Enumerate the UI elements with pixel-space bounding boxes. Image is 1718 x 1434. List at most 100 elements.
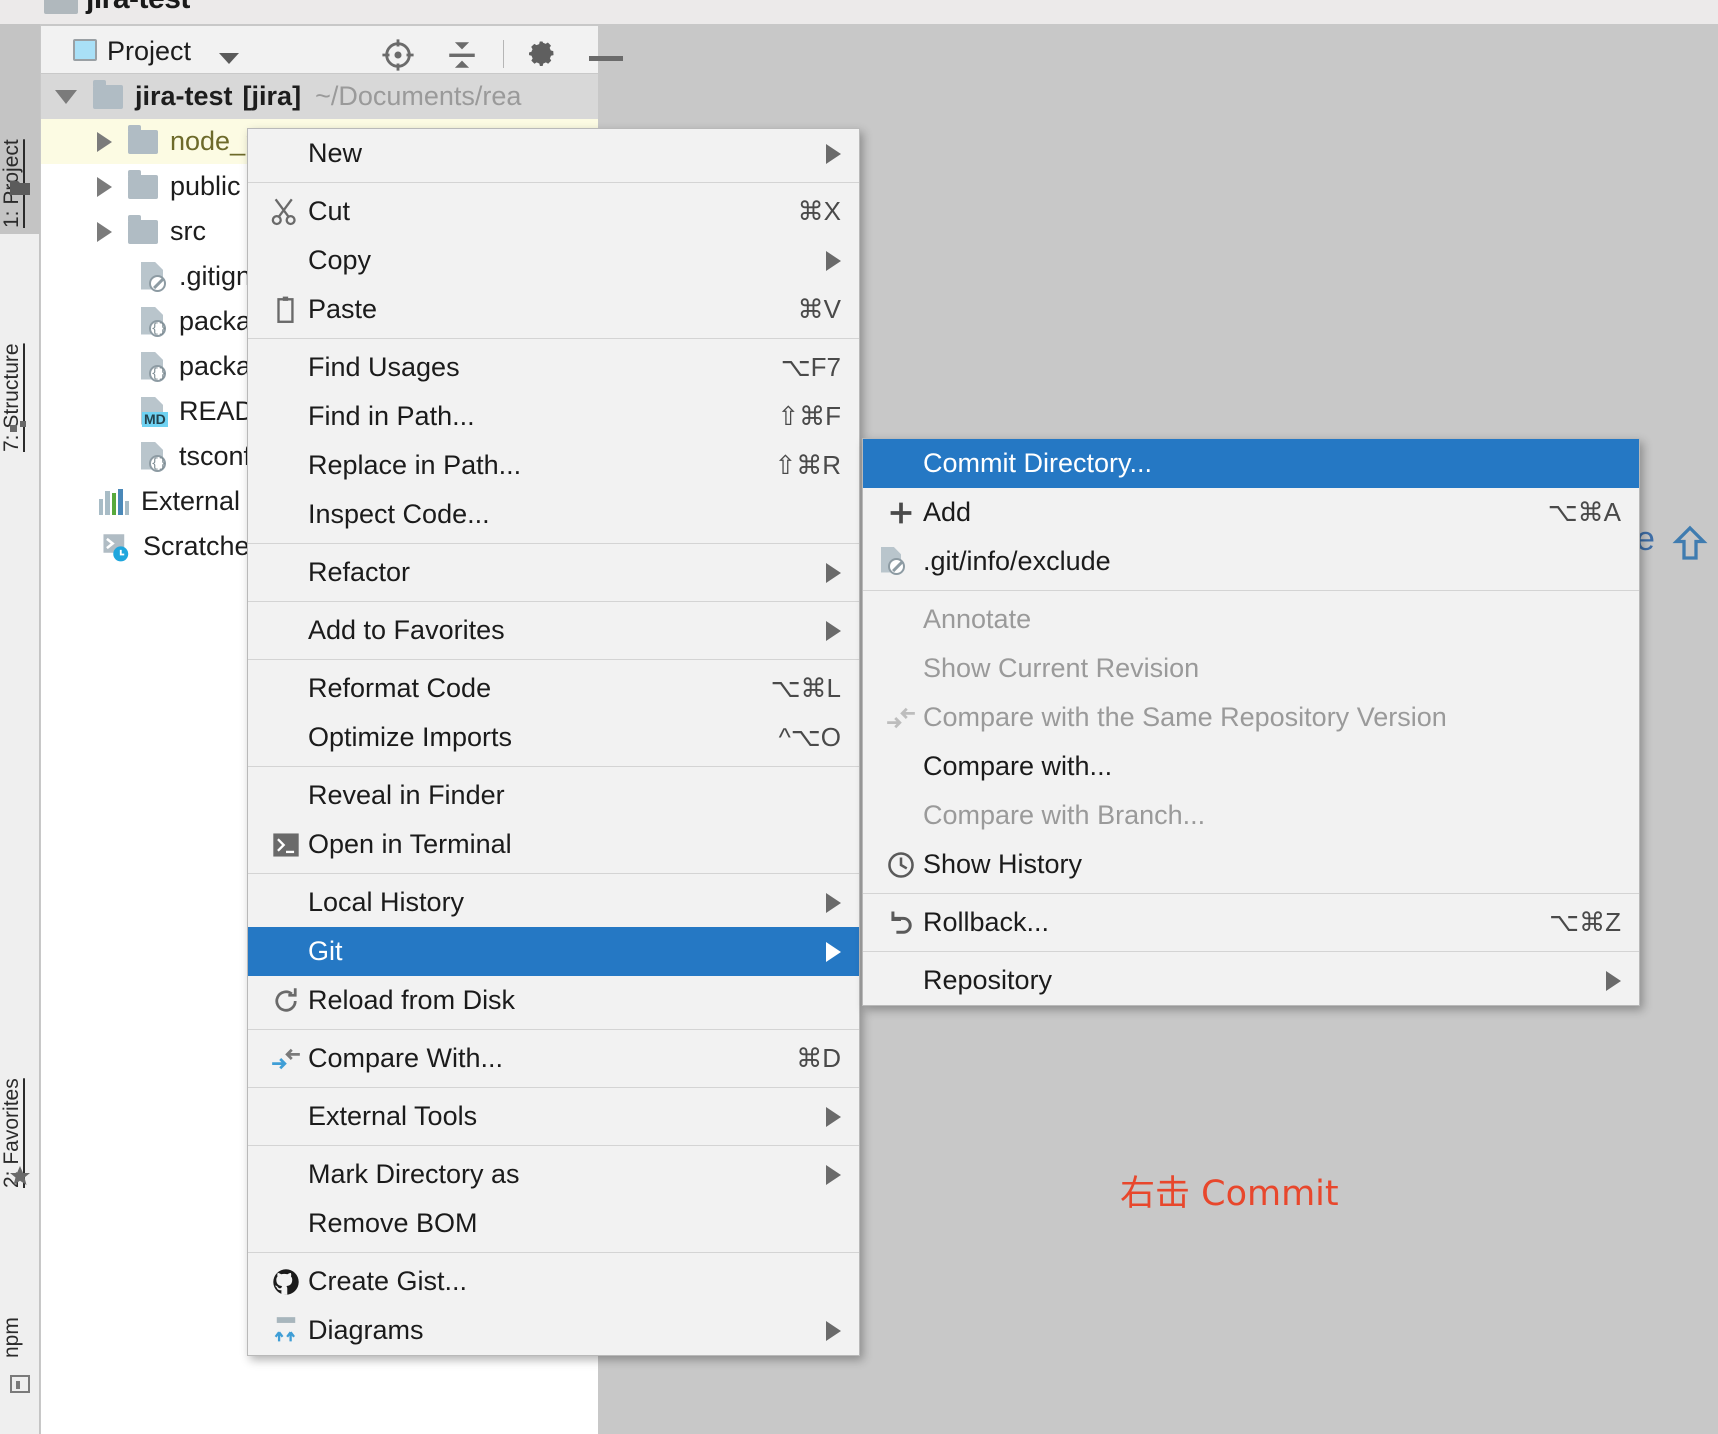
menu-item-label: Reload from Disk: [308, 985, 516, 1015]
no-icon: [264, 781, 308, 811]
menu-item-refactor[interactable]: Refactor: [248, 548, 859, 597]
menu-item-git[interactable]: Git: [248, 927, 859, 976]
no-icon: [264, 723, 308, 753]
clock-icon: [879, 850, 923, 880]
menu-item-label: Paste: [308, 294, 378, 324]
menu-item-label: Compare with Branch...: [923, 800, 1206, 830]
menu-item-diagrams[interactable]: Diagrams: [248, 1306, 859, 1355]
menu-item-shortcut: ⇧⌘R: [774, 450, 841, 480]
menu-item-annotate: Annotate: [863, 595, 1639, 644]
no-icon: [879, 654, 923, 684]
menu-item-label: Add to Favorites: [308, 615, 505, 645]
structure-icon: [8, 412, 32, 436]
menu-separator: [248, 543, 859, 544]
chevron-right-icon[interactable]: [97, 176, 112, 197]
menu-separator: [248, 873, 859, 874]
menu-item-cut[interactable]: Cut ⌘X: [248, 187, 859, 236]
menu-item-compare-with-branch: Compare with Branch...: [863, 791, 1639, 840]
menu-item-reveal-in-finder[interactable]: Reveal in Finder: [248, 771, 859, 820]
no-icon: [264, 353, 308, 383]
chevron-right-icon: [826, 143, 841, 164]
menu-item-repository[interactable]: Repository: [863, 956, 1639, 1005]
menu-item-label: Show History: [923, 849, 1083, 879]
menu-item-external-tools[interactable]: External Tools: [248, 1092, 859, 1141]
menu-item-git-info-exclude[interactable]: .git/info/exclude: [863, 537, 1639, 586]
menu-separator: [248, 659, 859, 660]
menu-separator: [248, 1087, 859, 1088]
chevron-right-icon[interactable]: [97, 221, 112, 242]
menu-item-mark-directory-as[interactable]: Mark Directory as: [248, 1150, 859, 1199]
github-icon: [264, 1267, 308, 1297]
chevron-right-icon[interactable]: [97, 131, 112, 152]
menu-item-compare-with[interactable]: Compare With... ⌘D: [248, 1034, 859, 1083]
menu-item-label: Diagrams: [308, 1315, 424, 1345]
menu-separator: [248, 601, 859, 602]
annotation-text: 右击 Commit: [1120, 1174, 1339, 1214]
gear-icon[interactable]: [525, 38, 559, 77]
tree-item-path: ~/Documents/rea: [315, 81, 522, 111]
menu-item-paste[interactable]: Paste ⌘V: [248, 285, 859, 334]
toolbar-divider: [503, 40, 504, 68]
compare-icon: [879, 703, 923, 733]
menu-item-find-usages[interactable]: Find Usages ⌥F7: [248, 343, 859, 392]
chevron-down-icon[interactable]: [55, 89, 77, 104]
menu-item-shortcut: ^⌥O: [778, 722, 841, 752]
sidebar-item-npm[interactable]: npm: [0, 1254, 40, 1364]
menu-item-label: Mark Directory as: [308, 1159, 520, 1189]
menu-item-reload-from-disk[interactable]: Reload from Disk: [248, 976, 859, 1025]
minimize-icon[interactable]: [589, 56, 623, 61]
menu-item-label: Reformat Code: [308, 673, 492, 703]
context-menu[interactable]: New Cut ⌘X Copy Paste ⌘V Find Usages ⌥F7…: [247, 128, 860, 1356]
project-toolwindow-title: Project: [107, 36, 192, 66]
tree-row[interactable]: jira-test [jira] ~/Documents/rea: [41, 74, 598, 119]
menu-item-label: Find in Path...: [308, 401, 475, 431]
menu-item-show-current-revision: Show Current Revision: [863, 644, 1639, 693]
chevron-right-icon: [826, 1164, 841, 1185]
window-title: jira-test: [86, 0, 190, 16]
menu-item-new[interactable]: New: [248, 129, 859, 178]
menu-item-reformat-code[interactable]: Reformat Code ⌥⌘L: [248, 664, 859, 713]
menu-item-open-in-terminal[interactable]: Open in Terminal: [248, 820, 859, 869]
menu-item-find-in-path[interactable]: Find in Path... ⇧⌘F: [248, 392, 859, 441]
menu-item-rollback[interactable]: Rollback... ⌥⌘Z: [863, 898, 1639, 947]
no-icon: [264, 1209, 308, 1239]
menu-item-compare-with[interactable]: Compare with...: [863, 742, 1639, 791]
chevron-right-icon: [826, 562, 841, 583]
folder-icon: [93, 79, 123, 109]
menu-item-remove-bom[interactable]: Remove BOM: [248, 1199, 859, 1248]
folder-icon: [128, 214, 158, 244]
terminal-icon: [264, 830, 308, 860]
file-ignored-icon: [141, 261, 167, 292]
sidebar-item-project[interactable]: 1: Project: [0, 24, 40, 234]
chevron-right-icon: [826, 941, 841, 962]
menu-item-shortcut: ⌥⌘A: [1547, 497, 1621, 527]
locate-icon[interactable]: [381, 38, 415, 77]
menu-item-local-history[interactable]: Local History: [248, 878, 859, 927]
chevron-right-icon: [826, 620, 841, 641]
menu-separator: [863, 951, 1639, 952]
menu-item-copy[interactable]: Copy: [248, 236, 859, 285]
file-ignored-icon: [879, 546, 923, 577]
menu-item-create-gist[interactable]: Create Gist...: [248, 1257, 859, 1306]
collapse-all-icon[interactable]: [445, 38, 479, 77]
menu-item-label: Compare With...: [308, 1043, 504, 1073]
menu-item-label: Copy: [308, 245, 372, 275]
menu-item-label: External Tools: [308, 1101, 478, 1131]
menu-item-show-history[interactable]: Show History: [863, 840, 1639, 889]
arrow-up-icon[interactable]: [1672, 524, 1708, 562]
menu-item-inspect-code[interactable]: Inspect Code...: [248, 490, 859, 539]
chevron-down-icon[interactable]: [219, 53, 239, 64]
menu-separator: [248, 1145, 859, 1146]
menu-item-add-to-favorites[interactable]: Add to Favorites: [248, 606, 859, 655]
menu-item-label: Git: [308, 936, 343, 966]
menu-separator: [248, 766, 859, 767]
menu-item-optimize-imports[interactable]: Optimize Imports ^⌥O: [248, 713, 859, 762]
menu-item-commit-directory[interactable]: Commit Directory...: [863, 439, 1639, 488]
no-icon: [879, 449, 923, 479]
menu-item-add[interactable]: Add ⌥⌘A: [863, 488, 1639, 537]
chevron-right-icon: [826, 1320, 841, 1341]
file-json-icon: {}: [141, 306, 167, 337]
menu-item-replace-in-path[interactable]: Replace in Path... ⇧⌘R: [248, 441, 859, 490]
menu-item-label: Local History: [308, 887, 465, 917]
git-submenu[interactable]: Commit Directory... Add ⌥⌘A .git/info/ex…: [862, 438, 1640, 1006]
